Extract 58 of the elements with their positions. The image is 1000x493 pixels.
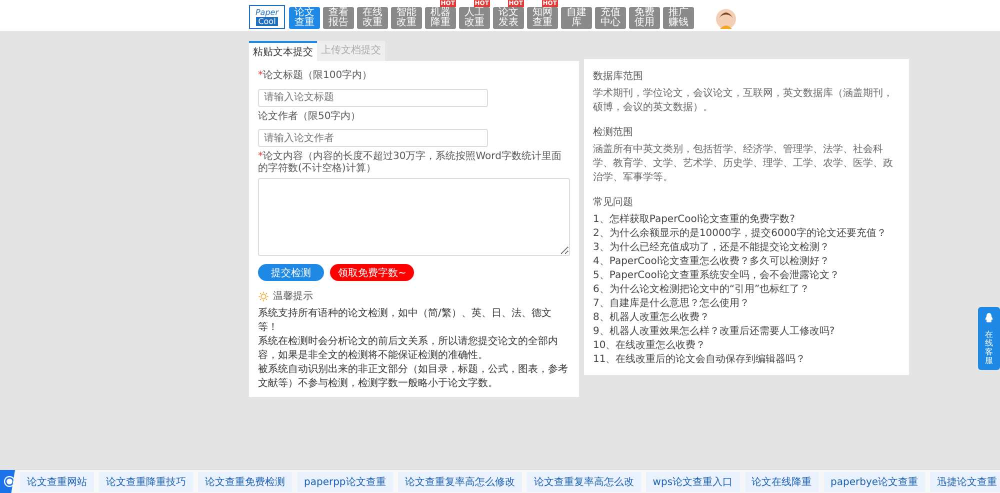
- papercool-logo[interactable]: Paper Cool: [249, 5, 285, 29]
- nav-tab[interactable]: 自建库: [561, 7, 592, 29]
- nav-tab[interactable]: 论文查重: [289, 7, 320, 29]
- search-link[interactable]: wps论文查重入口: [646, 472, 740, 492]
- faq-link[interactable]: 1、怎样获取PaperCool论文查重的免费字数?: [593, 213, 900, 227]
- tips-title: 温馨提示: [273, 290, 313, 303]
- search-link[interactable]: 论文查重降重技巧: [99, 472, 193, 492]
- search-link[interactable]: 论文查重复率高怎么改: [526, 472, 641, 492]
- field-label: 论文作者（限50字内）: [258, 110, 362, 122]
- search-icon: [4, 476, 15, 487]
- section-text: 学术期刊，学位论文，会议论文，互联网，英文数据库（涵盖期刊，硕博，会议的英文数据）。: [593, 87, 894, 115]
- tip-text: 被系统自动识别出来的非正文部分（如目录，标题，公式，图表，参考文献等）不参与检测，检测字数一般略小于论文字数。: [258, 363, 569, 391]
- field-label: *论文标题（限100字内）: [258, 70, 374, 82]
- penguin-icon: [984, 313, 994, 323]
- nav-tab[interactable]: 机器降重: [425, 7, 456, 29]
- section-title: 数据库范围: [593, 70, 644, 83]
- faq-link[interactable]: 9、机器人改重效果怎么样？改重后还需要人工修改吗?: [593, 325, 900, 339]
- faq-link[interactable]: 11、在线改重后的论文会自动保存到编辑器吗？: [593, 353, 900, 367]
- search-link[interactable]: 迅捷论文查重: [930, 472, 1000, 492]
- nav-tab[interactable]: 充值中心: [595, 7, 626, 29]
- nav-tab[interactable]: 在线改重: [357, 7, 388, 29]
- faq-link[interactable]: 6、为什么论文检测把论文中的“引用”也标红了？: [593, 283, 900, 297]
- nav-tab[interactable]: 推广赚钱: [663, 7, 694, 29]
- tab[interactable]: 粘贴文本提交: [249, 41, 317, 61]
- input-field[interactable]: 请输入论文作者: [258, 129, 488, 147]
- search-link[interactable]: 论文查重免费检测: [198, 472, 292, 492]
- nav-tab[interactable]: 免费使用: [629, 7, 660, 29]
- section-text: 涵盖所有中英文类别，包括哲学、经济学、管理学、法学、社会科学、教育学、文学、艺术学、历史学、理学、工学、农学、医学、政治学、军事学等。: [593, 143, 894, 185]
- nav-tab[interactable]: 人工改重: [459, 7, 490, 29]
- faq-link[interactable]: 7、自建库是什么意思？怎么使用？: [593, 297, 900, 311]
- tip-text: 系统在检测时会分析论文的前后文关系，所以请您提交论文的全部内容，如果是非全文的检测将不能保证检测的准确性。: [258, 335, 559, 363]
- section-title: 常见问题: [593, 196, 634, 209]
- faq-link[interactable]: 4、PaperCool论文查重怎么收费？多久可以检测好？: [593, 255, 900, 269]
- tip-text: 系统支持所有语种的论文检测，如中（简/繁）、英、日、法、德文等！: [258, 307, 552, 335]
- nav-tab[interactable]: 查看报告: [323, 7, 354, 29]
- faq-link[interactable]: 2、为什么余额显示的是10000字，提交6000字的论文还要充值？: [593, 227, 900, 241]
- search-link[interactable]: 论文在线降重: [744, 472, 819, 492]
- faq-link[interactable]: 3、为什么已经充值成功了，还是不能提交论文检测？: [593, 241, 900, 255]
- faq-link[interactable]: 8、机器人改重怎么收费？: [593, 311, 900, 325]
- search-button[interactable]: [0, 470, 15, 493]
- avatar-icon[interactable]: [716, 9, 736, 29]
- online-service-button[interactable]: 在线客服: [978, 307, 1000, 370]
- nav-tab[interactable]: 智能改重: [391, 7, 422, 29]
- search-link[interactable]: 论文查重网站: [20, 472, 94, 492]
- section-title: 检测范围: [593, 126, 634, 139]
- field-label: *论文内容（内容的长度不超过30万字，系统按照Word字数统计里面的字符数(不计空格)计算）: [258, 151, 562, 175]
- search-link[interactable]: paperbye论文查重: [824, 472, 926, 492]
- search-link[interactable]: paperpp论文查重: [297, 472, 393, 492]
- faq-link[interactable]: 5、PaperCool论文查重系统安全吗，会不会泄露论文？: [593, 269, 900, 283]
- nav-tab[interactable]: 知网查重: [527, 7, 558, 29]
- logo-text: Cool: [256, 17, 278, 26]
- input-field[interactable]: 请输入论文标题: [258, 88, 488, 106]
- free-words-button[interactable]: 领取免费字数~: [330, 264, 414, 281]
- faq-link[interactable]: 10、在线改重怎么收费？: [593, 339, 900, 353]
- submit-button[interactable]: 提交检测: [258, 264, 324, 281]
- logo-text: Paper: [255, 8, 278, 17]
- search-link[interactable]: 论文查重复率高怎么修改: [398, 472, 522, 492]
- nav-tab[interactable]: 论文发表: [493, 7, 524, 29]
